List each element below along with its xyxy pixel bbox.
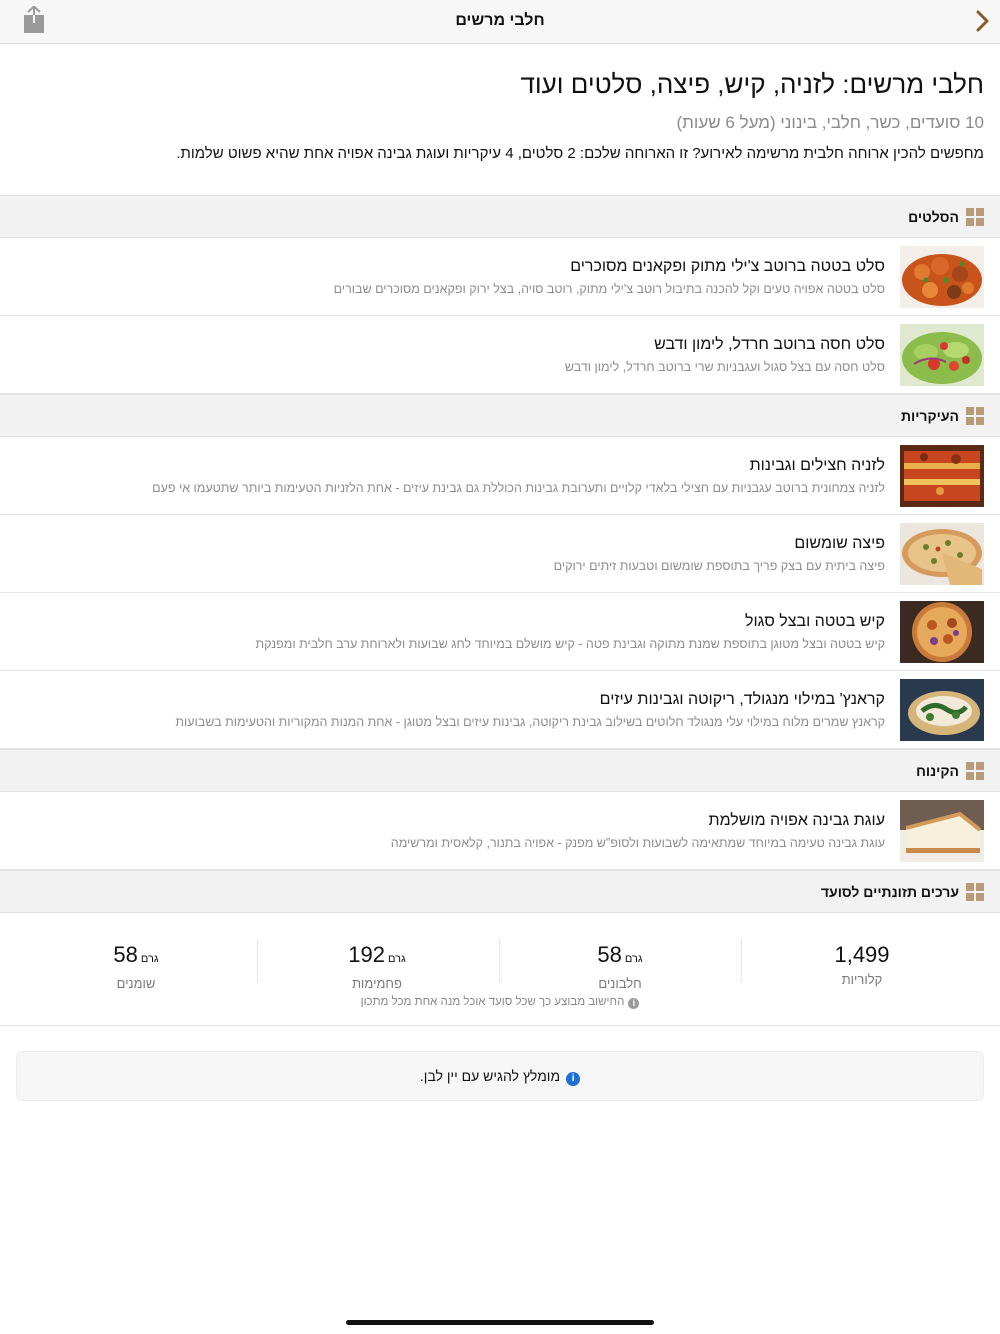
- nutrition-value: 192: [348, 942, 386, 967]
- recipe-thumbnail: [900, 445, 984, 507]
- nutrition-protein: גרם58 חלבונים: [530, 942, 710, 991]
- divider: [741, 940, 742, 982]
- recipe-description: פיצה ביתית עם בצק פריך בתוספת שומשום וטב…: [553, 559, 885, 573]
- recipe-thumbnail: [900, 601, 984, 663]
- section-label: הסלטים: [908, 209, 959, 225]
- recipe-name: קיש בטטה ובצל סגול: [744, 613, 885, 630]
- nav-title: חלבי מרשים: [455, 12, 545, 29]
- nutrition-calories: 1,499 קלוריות: [772, 942, 952, 987]
- serving-tip: i מומלץ להגיש עם יין לבן.: [16, 1051, 984, 1101]
- nutrition-label: פחמימות: [352, 976, 402, 991]
- nutrition-label: חלבונים: [598, 976, 642, 991]
- recipe-description: סלט חסה עם בצל סגול ועגבניות שרי ברוטב ח…: [564, 360, 885, 374]
- top-nav-bar: חלבי מרשים: [0, 0, 1000, 44]
- nutrition-value: 1,499: [834, 942, 890, 967]
- recipe-description: קיש בטטה ובצל מטוגן בתוספת שמנת מתוקה וג…: [255, 637, 885, 651]
- nutrition-fat: גרם58 שומנים: [46, 942, 226, 991]
- share-icon[interactable]: [22, 5, 46, 34]
- grid-icon: [966, 208, 984, 226]
- nutrition-label: קלוריות: [841, 972, 883, 987]
- recipe-thumbnail: [900, 679, 984, 741]
- recipe-description: סלט בטטה אפויה טעים וקל להכנה בתיבול רוט…: [333, 282, 885, 296]
- recipe-row[interactable]: עוגת גבינה אפויה מושלמת עוגת גבינה טעימה…: [0, 792, 1000, 870]
- section-label: ערכים תזונתיים לסועד: [820, 884, 959, 900]
- page-title: חלבי מרשים: לזניה, קיש, פיצה, סלטים ועוד: [520, 69, 984, 99]
- recipe-name: סלט בטטה ברוטב צ'ילי מתוק ופקאנים מסוכרי…: [570, 258, 885, 275]
- nutrition-note-text: החישוב מבוצע כך שכל סועד אוכל מנה אחת מכ…: [360, 996, 625, 1008]
- nutrition-note: iהחישוב מבוצע כך שכל סועד אוכל מנה אחת מ…: [0, 996, 1000, 1009]
- recipe-row[interactable]: קראנץ' במילוי מנגולד, ריקוטה וגבינות עיז…: [0, 671, 1000, 749]
- nutrition-value: 58: [113, 942, 138, 967]
- recipe-description: עוגת גבינה טעימה במיוחד שמתאימה לשבועות …: [390, 836, 885, 850]
- section-header-mains: העיקריות: [0, 394, 1000, 437]
- recipe-row[interactable]: סלט בטטה ברוטב צ'ילי מתוק ופקאנים מסוכרי…: [0, 238, 1000, 316]
- section-label: העיקריות: [900, 408, 959, 424]
- divider: [257, 940, 258, 982]
- tip-text: מומלץ להגיש עם יין לבן.: [419, 1068, 561, 1084]
- recipe-description: קראנץ שמרים מלוח במילוי עלי מנגולד חלוטי…: [175, 715, 885, 729]
- nutrition-value: 58: [597, 942, 622, 967]
- menu-header: חלבי מרשים: לזניה, קיש, פיצה, סלטים ועוד…: [16, 68, 984, 164]
- menu-intro: מחפשים להכין ארוחה חלבית מרשימה לאירוע? …: [176, 145, 984, 162]
- info-icon: i: [566, 1072, 581, 1086]
- info-icon: i: [628, 998, 640, 1009]
- nutrition-unit: גרם: [624, 953, 643, 965]
- section-header-dessert: הקינוח: [0, 749, 1000, 792]
- section-header-nutrition: ערכים תזונתיים לסועד: [0, 870, 1000, 913]
- divider: [499, 940, 500, 982]
- recipe-thumbnail: [900, 800, 984, 862]
- recipe-thumbnail: [900, 324, 984, 386]
- recipe-description: לזניה צמחונית ברוטב עגבניות עם חצילי בלא…: [152, 481, 885, 495]
- grid-icon: [966, 762, 984, 780]
- recipe-row[interactable]: סלט חסה ברוטב חרדל, לימון ודבש סלט חסה ע…: [0, 316, 1000, 394]
- nutrition-label: שומנים: [116, 976, 156, 991]
- section-label: הקינוח: [916, 763, 959, 779]
- section-header-salads: הסלטים: [0, 195, 1000, 238]
- menu-meta: 10 סועדים, כשר, חלבי, בינוני (מעל 6 שעות…: [676, 113, 984, 132]
- recipe-name: קראנץ' במילוי מנגולד, ריקוטה וגבינות עיז…: [599, 691, 885, 708]
- recipe-thumbnail: [900, 246, 984, 308]
- recipe-thumbnail: [900, 523, 984, 585]
- recipe-row[interactable]: לזניה חצילים וגבינות לזניה צמחונית ברוטב…: [0, 437, 1000, 515]
- recipe-name: עוגת גבינה אפויה מושלמת: [708, 812, 885, 829]
- recipe-row[interactable]: פיצה שומשום פיצה ביתית עם בצק פריך בתוספ…: [0, 515, 1000, 593]
- nutrition-unit: גרם: [388, 953, 406, 965]
- grid-icon: [966, 407, 984, 425]
- nutrition-carbs: גרם192 פחמימות: [287, 942, 467, 991]
- grid-icon: [966, 883, 984, 901]
- recipe-row[interactable]: קיש בטטה ובצל סגול קיש בטטה ובצל מטוגן ב…: [0, 593, 1000, 671]
- recipe-name: לזניה חצילים וגבינות: [749, 457, 885, 474]
- recipe-name: סלט חסה ברוטב חרדל, לימון ודבש: [654, 336, 885, 353]
- recipe-name: פיצה שומשום: [794, 535, 885, 552]
- nutrition-summary: 1,499 קלוריות גרם58 חלבונים גרם192 פחמימ…: [0, 912, 1000, 1026]
- nutrition-unit: גרם: [140, 953, 159, 965]
- home-indicator[interactable]: [346, 1320, 654, 1325]
